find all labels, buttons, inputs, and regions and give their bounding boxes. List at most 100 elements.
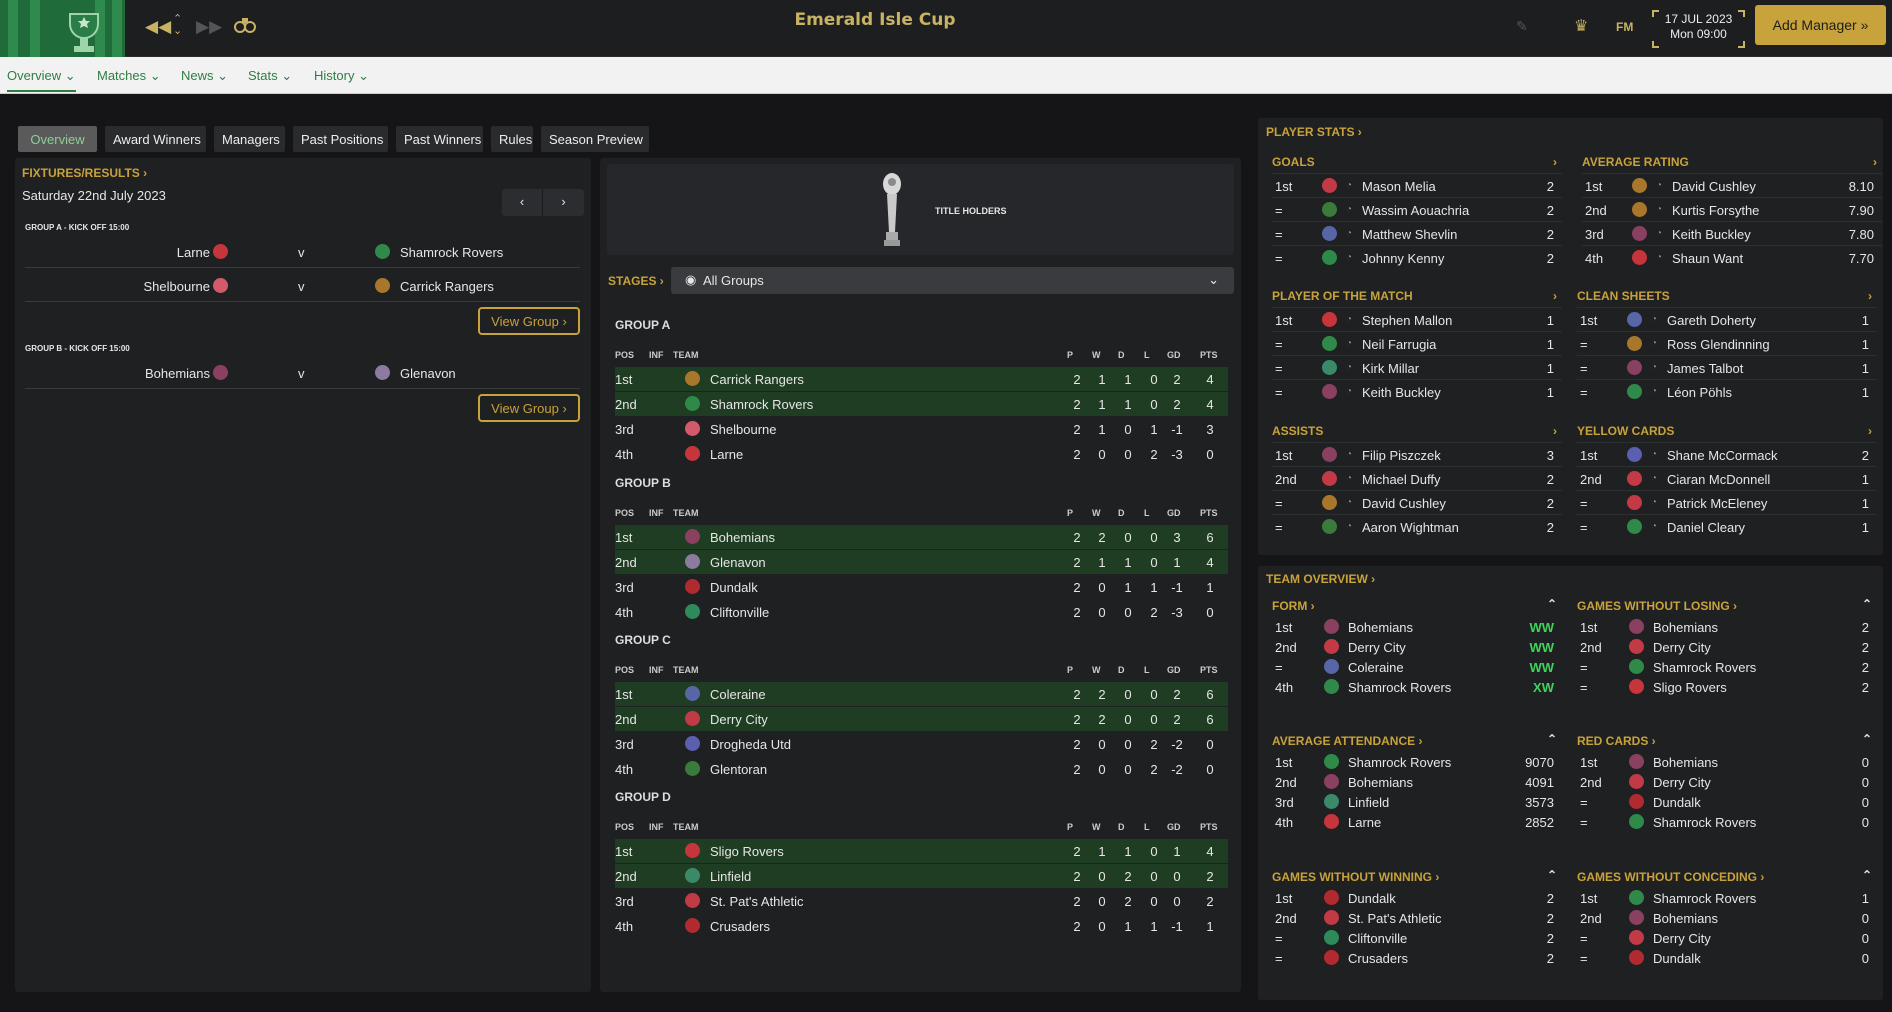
back-icon[interactable]: ◀◀ xyxy=(145,17,171,37)
stat-row[interactable]: = ◔ Ross Glendinning 1 xyxy=(1577,331,1877,355)
team-name[interactable]: Dundalk xyxy=(710,580,758,595)
team-name[interactable]: Dundalk xyxy=(1653,795,1701,810)
games-without-winning-title[interactable]: GAMES WITHOUT WINNING › ⌃ xyxy=(1272,868,1562,888)
player-name[interactable]: Shane McCormack xyxy=(1667,448,1778,463)
stat-row[interactable]: = ◔ Keith Buckley 1 xyxy=(1272,379,1562,403)
games-without-conceding-title[interactable]: GAMES WITHOUT CONCEDING › ⌃ xyxy=(1577,868,1877,888)
team-name[interactable]: Bohemians xyxy=(1348,620,1413,635)
table-row[interactable]: 4th Larne 2 0 0 2 -3 0 xyxy=(615,442,1228,466)
team-row[interactable]: = Coleraine WW xyxy=(1272,657,1562,677)
team-name[interactable]: Shamrock Rovers xyxy=(1653,891,1756,906)
player-name[interactable]: James Talbot xyxy=(1667,361,1743,376)
forward-icon[interactable]: ▶▶ xyxy=(196,17,222,37)
team-name[interactable]: Coleraine xyxy=(710,687,766,702)
chevron-right-icon[interactable]: › xyxy=(1553,155,1557,169)
stat-row[interactable]: = ◔ Kirk Millar 1 xyxy=(1272,355,1562,379)
team-row[interactable]: 2nd Bohemians 0 xyxy=(1577,908,1877,928)
tab-past-winners[interactable]: Past Winners xyxy=(396,126,483,152)
player-of-the-match-title[interactable]: PLAYER OF THE MATCH › xyxy=(1272,289,1562,307)
stat-row[interactable]: = ◔ Wassim Aouachria 2 xyxy=(1272,197,1562,221)
stat-row[interactable]: 2nd ◔ Kurtis Forsythe 7.90 xyxy=(1582,197,1882,221)
table-row[interactable]: 1st Coleraine 2 2 0 0 2 6 xyxy=(615,682,1228,706)
team-name[interactable]: Coleraine xyxy=(1348,660,1404,675)
team-row[interactable]: 1st Bohemians WW xyxy=(1272,617,1562,637)
stat-row[interactable]: 4th ◔ Shaun Want 7.70 xyxy=(1582,245,1882,269)
group-title[interactable]: GROUP D xyxy=(615,790,671,804)
team-row[interactable]: 3rd Linfield 3573 xyxy=(1272,792,1562,812)
player-name[interactable]: Mason Melia xyxy=(1362,179,1436,194)
team-name[interactable]: Derry City xyxy=(1653,931,1711,946)
team-overview-header[interactable]: TEAM OVERVIEW › xyxy=(1266,572,1375,586)
stat-row[interactable]: = ◔ Patrick McEleney 1 xyxy=(1577,490,1877,514)
team-name[interactable]: Drogheda Utd xyxy=(710,737,791,752)
collapse-icon[interactable]: ⌃ xyxy=(1547,732,1557,746)
team-name[interactable]: Derry City xyxy=(1653,640,1711,655)
team-name[interactable]: Glentoran xyxy=(710,762,767,777)
tab-award-winners[interactable]: Award Winners xyxy=(105,126,206,152)
player-name[interactable]: Kirk Millar xyxy=(1362,361,1419,376)
team-row[interactable]: = Shamrock Rovers 2 xyxy=(1577,657,1877,677)
player-name[interactable]: Patrick McEleney xyxy=(1667,496,1767,511)
team-name[interactable]: Dundalk xyxy=(1348,891,1396,906)
player-name[interactable]: Keith Buckley xyxy=(1362,385,1441,400)
team-name[interactable]: Shamrock Rovers xyxy=(1348,680,1451,695)
stat-row[interactable]: = ◔ Neil Farrugia 1 xyxy=(1272,331,1562,355)
table-row[interactable]: 3rd Dundalk 2 0 1 1 -1 1 xyxy=(615,575,1228,599)
player-name[interactable]: Ross Glendinning xyxy=(1667,337,1770,352)
average-attendance-title[interactable]: AVERAGE ATTENDANCE › ⌃ xyxy=(1272,732,1562,752)
player-name[interactable]: David Cushley xyxy=(1362,496,1446,511)
team-row[interactable]: = Dundalk 0 xyxy=(1577,792,1877,812)
chevron-right-icon[interactable]: › xyxy=(1873,155,1877,169)
stat-row[interactable]: 1st ◔ David Cushley 8.10 xyxy=(1582,173,1882,197)
team-name[interactable]: Dundalk xyxy=(1653,951,1701,966)
player-name[interactable]: Ciaran McDonnell xyxy=(1667,472,1770,487)
stages-label[interactable]: STAGES › xyxy=(608,274,664,288)
stat-row[interactable]: 1st ◔ Mason Melia 2 xyxy=(1272,173,1562,197)
tab-managers[interactable]: Managers xyxy=(214,126,285,152)
view-group-b-button[interactable]: View Group › xyxy=(478,394,580,422)
nav-history[interactable]: History ⌄ xyxy=(314,68,369,84)
stat-row[interactable]: = ◔ Daniel Cleary 1 xyxy=(1577,514,1877,538)
player-name[interactable]: Gareth Doherty xyxy=(1667,313,1756,328)
team-name[interactable]: Crusaders xyxy=(1348,951,1408,966)
collapse-icon[interactable]: ⌃ xyxy=(1862,597,1872,611)
player-name[interactable]: Kurtis Forsythe xyxy=(1672,203,1759,218)
player-name[interactable]: Daniel Cleary xyxy=(1667,520,1745,535)
player-stats-header[interactable]: PLAYER STATS › xyxy=(1266,125,1362,139)
stat-row[interactable]: 1st ◔ Filip Piszczek 3 xyxy=(1272,442,1562,466)
team-row[interactable]: = Derry City 0 xyxy=(1577,928,1877,948)
team-row[interactable]: 2nd Derry City 2 xyxy=(1577,637,1877,657)
team-name[interactable]: Shamrock Rovers xyxy=(1653,815,1756,830)
fm-logo[interactable]: FM xyxy=(1616,20,1633,34)
tab-rules[interactable]: Rules xyxy=(491,126,533,152)
team-name[interactable]: Linfield xyxy=(1348,795,1389,810)
table-row[interactable]: 2nd Derry City 2 2 0 0 2 6 xyxy=(615,707,1228,731)
team-name[interactable]: Glenavon xyxy=(710,555,766,570)
add-manager-button[interactable]: Add Manager » xyxy=(1755,5,1886,45)
team-name[interactable]: Carrick Rangers xyxy=(710,372,804,387)
table-row[interactable]: 4th Glentoran 2 0 0 2 -2 0 xyxy=(615,757,1228,781)
team-name[interactable]: St. Pat's Athletic xyxy=(1348,911,1442,926)
team-name[interactable]: Larne xyxy=(1348,815,1381,830)
player-name[interactable]: Aaron Wightman xyxy=(1362,520,1459,535)
form-title[interactable]: FORM › ⌃ xyxy=(1272,597,1562,617)
collapse-icon[interactable]: ⌃ xyxy=(1862,868,1872,882)
team-name[interactable]: Bohemians xyxy=(710,530,775,545)
player-name[interactable]: Neil Farrugia xyxy=(1362,337,1436,352)
chevron-right-icon[interactable]: › xyxy=(1868,289,1872,303)
up-down-icon[interactable]: ⌃ ⌄ xyxy=(173,13,182,37)
team-name[interactable]: Cliftonville xyxy=(710,605,769,620)
stat-row[interactable]: = ◔ Matthew Shevlin 2 xyxy=(1272,221,1562,245)
team-row[interactable]: 4th Shamrock Rovers XW xyxy=(1272,677,1562,697)
player-name[interactable]: Shaun Want xyxy=(1672,251,1743,266)
team-row[interactable]: 2nd Derry City WW xyxy=(1272,637,1562,657)
fixtures-header[interactable]: FIXTURES/RESULTS › xyxy=(22,166,147,180)
table-row[interactable]: 3rd Drogheda Utd 2 0 0 2 -2 0 xyxy=(615,732,1228,756)
tab-past-positions[interactable]: Past Positions xyxy=(293,126,388,152)
player-name[interactable]: David Cushley xyxy=(1672,179,1756,194)
team-name[interactable]: Bohemians xyxy=(1653,755,1718,770)
average-rating-title[interactable]: AVERAGE RATING › xyxy=(1582,155,1882,173)
table-row[interactable]: 2nd Linfield 2 0 2 0 0 2 xyxy=(615,864,1228,888)
edit-icon[interactable]: ✎ xyxy=(1516,18,1528,35)
team-name[interactable]: Cliftonville xyxy=(1348,931,1407,946)
